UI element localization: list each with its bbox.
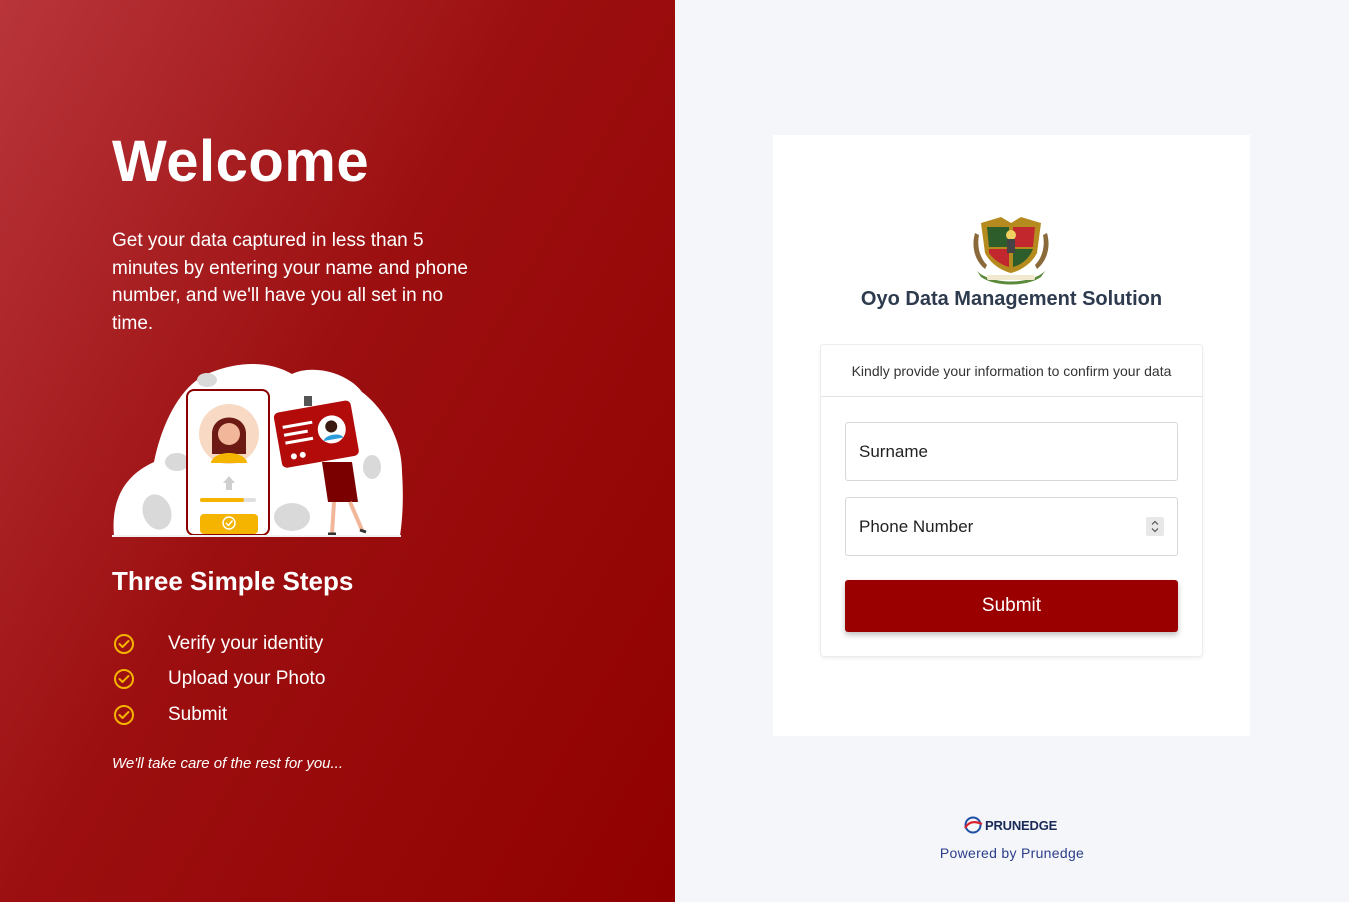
steps-title: Three Simple Steps [112,566,354,596]
form-header: Kindly provide your information to confi… [821,345,1202,397]
prunedge-logo: PRUNEDGE [963,814,1061,836]
steps-list: Verify your identity Upload your Photo S… [112,626,325,733]
login-card: Oyo Data Management Solution Kindly prov… [773,135,1250,736]
phone-placeholder: Phone Number [859,516,974,536]
welcome-heading: Welcome [112,129,370,194]
step-item: Verify your identity [112,626,325,662]
step-item: Submit [112,697,325,733]
verification-form: Kindly provide your information to confi… [821,345,1202,656]
submit-button[interactable]: Submit [845,580,1178,632]
step-label: Submit [168,703,228,725]
phone-number-input[interactable]: Phone Number [845,497,1178,556]
step-item: Upload your Photo [112,662,325,698]
check-circle-icon [114,704,134,725]
oyo-state-crest [973,217,1049,285]
verification-illustration [112,363,403,537]
right-panel: Oyo Data Management Solution Kindly prov… [675,0,1349,902]
step-label: Verify your identity [168,632,324,654]
prunedge-logo-text: PRUNEDGE [985,817,1058,833]
tagline: We'll take care of the rest for you... [112,755,344,772]
intro-text: Get your data captured in less than 5 mi… [112,230,468,334]
step-label: Upload your Photo [168,668,326,690]
powered-by-link[interactable]: Powered by Prunedge [675,845,1349,861]
prunedge-logo-icon [964,816,983,834]
surname-input[interactable]: Surname [845,422,1178,481]
check-circle-icon [114,633,134,654]
surname-placeholder: Surname [859,441,928,461]
check-circle-icon [114,669,134,690]
app-title: Oyo Data Management Solution [860,288,1163,310]
spinner-arrows-icon [1151,520,1159,533]
left-panel: Welcome Get your data captured in less t… [0,0,675,902]
number-spinner[interactable] [1146,517,1164,536]
